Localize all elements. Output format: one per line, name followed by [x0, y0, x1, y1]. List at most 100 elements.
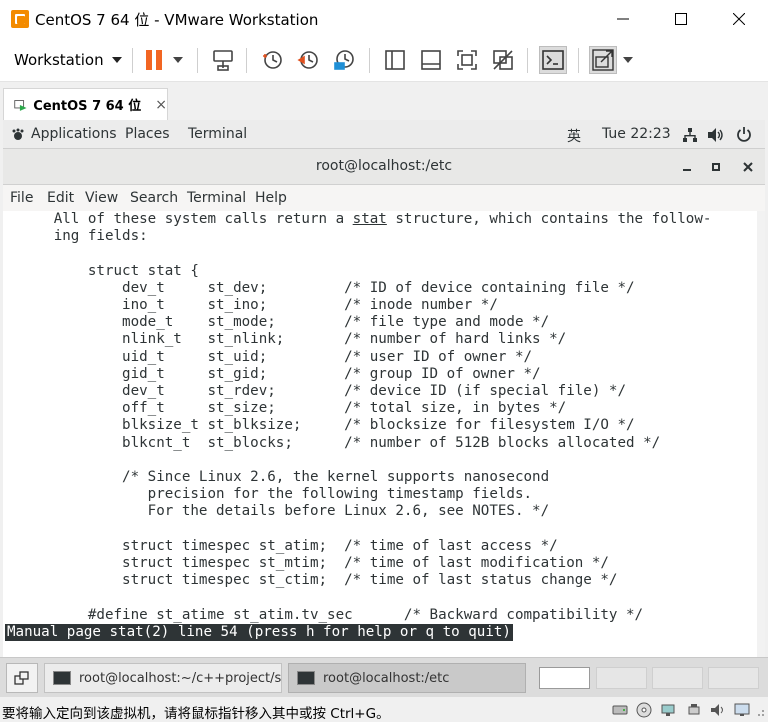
terminal-line: off_t st_size; /* total size, in bytes *… [11, 400, 567, 417]
send-ctrl-alt-del-button[interactable] [210, 47, 236, 73]
snapshot-icon [263, 51, 282, 69]
taskbar-item-terminal-etc[interactable]: root@localhost:/etc [288, 663, 526, 693]
menu-edit[interactable]: Edit [47, 190, 74, 206]
applications-menu[interactable]: Applications [31, 126, 117, 142]
window-title: CentOS 7 64 位 - VMware Workstation [35, 11, 319, 29]
menu-file[interactable]: File [10, 190, 33, 206]
terminal-line: All of these system calls return a stat … [11, 211, 712, 227]
take-snapshot-button[interactable] [259, 47, 285, 73]
unity-icon [493, 50, 513, 70]
pager-status-line: Manual page stat(2) line 54 (press h for… [5, 624, 513, 641]
fullscreen-button[interactable] [454, 47, 480, 73]
terminal-line: precision for the following timestamp fi… [11, 486, 533, 503]
places-menu[interactable]: Places [125, 126, 170, 142]
chevron-down-icon [173, 57, 183, 63]
workspace-1[interactable] [539, 667, 590, 689]
workstation-menu-label: Workstation [14, 51, 104, 69]
terminal-maximize-button[interactable] [706, 157, 726, 177]
resize-grip-icon[interactable] [752, 702, 766, 718]
workspace-4[interactable] [708, 667, 759, 689]
menu-search[interactable]: Search [130, 190, 178, 206]
terminal-line: blkcnt_t st_blocks; /* number of 512B bl… [11, 434, 661, 451]
terminal-scrollbar[interactable] [757, 211, 765, 657]
fullscreen-icon [457, 50, 477, 70]
revert-snapshot-button[interactable] [295, 47, 321, 73]
cd-dvd-icon[interactable] [636, 702, 652, 718]
close-icon [733, 13, 745, 25]
hard-disk-icon[interactable] [612, 702, 628, 718]
minimize-icon [683, 169, 691, 171]
pause-menu-button[interactable] [168, 47, 188, 73]
terminal-minimize-button[interactable] [677, 157, 697, 177]
toolbar-divider [578, 48, 579, 73]
tab-vm-label: CentOS 7 64 位 [33, 99, 142, 114]
minimize-icon [617, 18, 629, 20]
close-icon [743, 162, 753, 172]
terminal-line: #define st_atime st_atim.tv_sec /* Backw… [11, 606, 644, 623]
tab-vm[interactable]: CentOS 7 64 位 × [3, 88, 168, 120]
maximize-icon [712, 163, 720, 171]
menu-terminal[interactable]: Terminal [187, 190, 246, 206]
vm-display[interactable]: Applications Places Terminal 英 Tue 22:23… [3, 120, 765, 657]
chevron-down-icon [111, 57, 122, 63]
terminal-line: dev_t st_rdev; /* device ID (if special … [11, 383, 626, 399]
menu-view[interactable]: View [85, 190, 118, 206]
show-desktop-button[interactable] [6, 663, 38, 693]
terminal-line: nlink_t st_nlink; /* number of hard link… [11, 331, 567, 348]
show-library-button[interactable] [382, 47, 408, 73]
taskbar-item-label: root@localhost:~/c++project/soc... [79, 670, 282, 686]
terminal-line: ing fields: [11, 228, 148, 245]
taskbar-item-terminal-soc[interactable]: root@localhost:~/c++project/soc... [44, 663, 282, 693]
vmware-icon [11, 10, 29, 28]
menu-help[interactable]: Help [255, 190, 287, 206]
guest-taskbar: root@localhost:~/c++project/soc... root@… [0, 657, 768, 697]
terminal-line: struct timespec st_atim; /* time of last… [11, 537, 558, 554]
gnome-top-bar: Applications Places Terminal 英 Tue 22:23 [3, 120, 765, 149]
window-switch-icon [14, 671, 29, 685]
terminal-line: For the details before Linux 2.6, see NO… [11, 503, 550, 520]
unity-button[interactable] [490, 47, 516, 73]
minimize-button[interactable] [594, 0, 652, 38]
display-icon[interactable] [734, 702, 750, 718]
power-icon[interactable] [736, 126, 752, 142]
terminal-line: mode_t st_mode; /* file type and mode */ [11, 314, 550, 331]
console-icon [542, 50, 564, 70]
terminal-line: dev_t st_dev; /* ID of device containing… [11, 279, 635, 296]
stat-keyword: stat [352, 211, 387, 227]
terminal-output[interactable]: All of these system calls return a stat … [3, 211, 757, 654]
pause-icon [146, 50, 162, 70]
workstation-menu-button[interactable]: Workstation [8, 47, 128, 73]
terminal-line: struct timespec st_mtim; /* time of last… [11, 555, 609, 571]
terminal-icon [53, 671, 71, 685]
network-adapter-icon[interactable] [660, 702, 676, 718]
revert-snapshot-icon [297, 51, 318, 69]
volume-icon[interactable] [707, 127, 725, 143]
stretch-menu-button[interactable] [618, 47, 638, 73]
stretch-guest-button[interactable] [589, 46, 617, 74]
sidebar-icon [385, 50, 405, 70]
status-message: 要将输入定向到该虚拟机，请将鼠标指针移入其中或按 Ctrl+G。 [2, 706, 390, 722]
network-icon[interactable] [682, 127, 698, 143]
workspace-3[interactable] [652, 667, 703, 689]
snapshot-manager-icon [334, 50, 354, 70]
clock[interactable]: Tue 22:23 [602, 126, 671, 142]
terminal-line: struct stat { [11, 262, 199, 279]
sound-card-icon[interactable] [710, 702, 726, 718]
terminal-app-menu[interactable]: Terminal [188, 126, 247, 142]
maximize-button[interactable] [652, 0, 710, 38]
input-method-indicator[interactable]: 英 [567, 126, 581, 146]
close-button[interactable] [710, 0, 768, 38]
tab-close-icon[interactable]: × [155, 97, 167, 113]
console-view-button[interactable] [539, 46, 567, 74]
thumbnail-bar-button[interactable] [418, 47, 444, 73]
snapshot-manager-button[interactable] [331, 47, 357, 73]
terminal-close-button[interactable] [738, 157, 758, 177]
toolbar-divider [132, 48, 133, 73]
terminal-header-bar: root@localhost:/etc [3, 149, 765, 185]
terminal-line: gid_t st_gid; /* group ID of owner */ [11, 365, 541, 382]
toolbar-divider [197, 48, 198, 73]
usb-icon[interactable] [686, 702, 702, 718]
workspace-2[interactable] [596, 667, 647, 689]
pause-button[interactable] [141, 47, 167, 73]
terminal-icon [297, 671, 315, 685]
